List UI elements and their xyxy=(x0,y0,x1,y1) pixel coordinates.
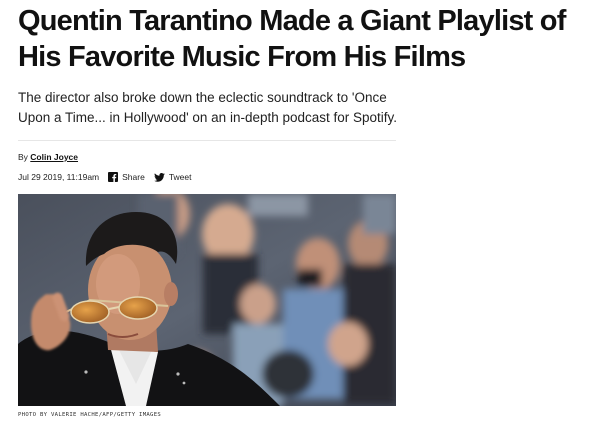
article-photo xyxy=(18,194,396,406)
article-dek: The director also broke down the eclecti… xyxy=(18,90,398,125)
tweet-button[interactable]: Tweet xyxy=(153,172,192,182)
author-link[interactable]: Colin Joyce xyxy=(30,152,78,162)
article-meta: Jul 29 2019, 11:19am Share Tweet xyxy=(18,171,201,183)
share-label: Share xyxy=(122,172,145,182)
share-button[interactable]: Share xyxy=(108,172,145,182)
photo-credit: PHOTO BY VALERIE HACHE/AFP/GETTY IMAGES xyxy=(18,412,162,418)
byline: By Colin Joyce xyxy=(18,152,78,162)
divider xyxy=(18,140,396,141)
facebook-icon xyxy=(108,172,119,182)
publish-date: Jul 29 2019, 11:19am xyxy=(18,172,100,182)
twitter-icon xyxy=(153,172,165,182)
tweet-label: Tweet xyxy=(168,172,192,182)
article-headline: Quentin Tarantino Made a Giant Playlist … xyxy=(18,5,566,73)
photo-illustration xyxy=(18,194,396,406)
byline-prefix: By xyxy=(18,152,28,162)
